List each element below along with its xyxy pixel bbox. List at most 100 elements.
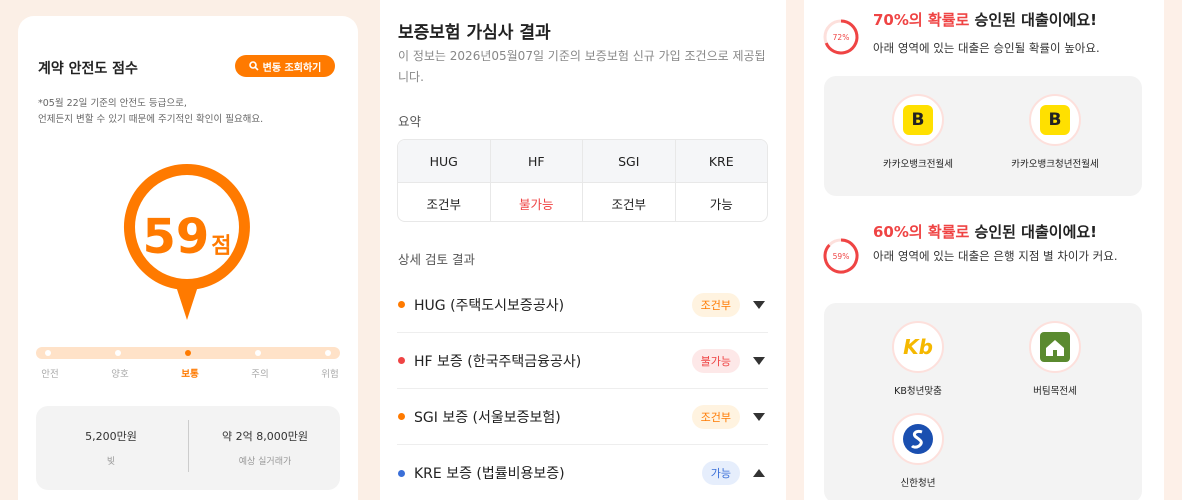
status-dot [398,301,405,308]
loan-card: 72% 70%의 확률로 승인된 대출이에요! 아래 영역에 있는 대출은 승인… [804,0,1164,500]
kb-bank-logo-icon: Kb [892,321,944,373]
status-badge: 조건부 [691,292,740,317]
status-badge: 불가능 [691,348,740,373]
debt-stats-box: 5,200만원 빚 약 2억 8,000만원 예상 실거래가 [36,406,340,490]
detail-label: 상세 검토 결과 [398,252,475,267]
summary-header: SGI [582,140,675,182]
level-dot [45,350,51,356]
loan-item-beotimmok[interactable]: 버팀목전세 [985,321,1125,397]
price-value: 약 2억 8,000만원 [222,430,308,443]
summary-value: 불가능 [489,183,583,221]
probability-sub: 아래 영역에 있는 대출은 승인될 확률이 높아요. [873,41,1100,55]
probability-rest: 승인된 대출이에요! [969,223,1098,241]
probability-rest: 승인된 대출이에요! [969,11,1098,29]
loan-name: 카카오뱅크전월세 [883,159,953,170]
kakao-logo-mark: B [903,105,933,135]
safety-score-card: 계약 안전도 점수 변동 조회하기 *05월 22일 기준의 안전도 등급으로,… [18,16,358,500]
probability-title: 60%의 확률로 승인된 대출이에요! [873,221,1097,242]
kakao-logo-mark: B [1040,105,1070,135]
shinhan-icon [903,424,933,454]
stat-divider [188,420,189,472]
probability-highlight: 70%의 확률로 [873,11,970,29]
search-icon [248,61,259,71]
price-label: 예상 실거래가 [238,457,292,467]
summary-table: HUG HF SGI KRE 조건부 불가능 조건부 가능 [397,139,768,222]
summary-value-row: 조건부 불가능 조건부 가능 [398,182,768,221]
kakao-bank-logo-icon: B [892,94,944,146]
level-label-active: 보통 [181,369,199,380]
score-note-line2: 언제든지 변할 수 있기 때문에 주기적인 확인이 필요해요. [38,114,264,125]
status-badge: 가능 [701,461,740,485]
kakao-bank-logo-icon: B [1029,94,1081,146]
score-value: 59점 [114,209,260,265]
loan-group-box: Kb KB청년맞춤 버팀목전세 신한청년 [824,303,1142,500]
chevron-up-icon[interactable] [752,468,766,478]
probability-highlight: 60%의 확률로 [873,223,970,241]
house-icon [1040,332,1070,362]
score-number: 59 [142,209,210,265]
detail-name: KRE 보증 (법률비용보증) [414,466,565,482]
level-dot [325,350,331,356]
summary-header: HUG [429,153,458,169]
score-note: *05월 22일 기준의 안전도 등급으로, 언제든지 변할 수 있기 때문에 … [38,96,338,128]
chevron-down-icon[interactable] [752,412,766,422]
status-dot [398,413,405,420]
loan-item-kakao-youth[interactable]: B 카카오뱅크청년전월세 [985,94,1125,170]
probability-ring-icon: 59% [823,238,859,274]
insurance-result-panel: 보증보험 가심사 결과 이 정보는 2026년05월07일 기준의 보증보험 신… [380,0,786,500]
detail-row-kre[interactable]: KRE 보증 (법률비용보증) 가능 [397,445,768,500]
loan-name: KB청년맞춤 [894,386,942,397]
probability-title: 70%의 확률로 승인된 대출이에요! [873,9,1097,30]
summary-label: 요약 [398,114,422,129]
shinhan-bank-logo-icon [892,413,944,465]
view-changes-button[interactable]: 변동 조회하기 [235,55,335,77]
status-dot [398,357,405,364]
loan-item-kb[interactable]: Kb KB청년맞춤 [848,321,988,397]
summary-value: 가능 [674,183,768,221]
detail-name: HUG (주택도시보증공사) [414,297,565,314]
detail-name: HF 보증 (한국주택금융공사) [414,353,582,370]
level-label: 안전 [41,369,59,380]
summary-header: HF [489,140,583,182]
insurance-title: 보증보험 가심사 결과 [398,23,551,43]
level-dot [115,350,121,356]
level-label: 주의 [251,369,269,380]
loan-name: 카카오뱅크청년전월세 [1011,159,1099,170]
chevron-down-icon[interactable] [752,356,766,366]
score-unit: 점 [211,234,232,259]
level-bar [36,347,340,359]
loan-group-box: B 카카오뱅크전월세 B 카카오뱅크청년전월세 [824,76,1142,196]
loan-name: 신한청년 [900,478,936,489]
loan-name: 버팀목전세 [1033,386,1077,397]
loan-item-kakao[interactable]: B 카카오뱅크전월세 [848,94,988,170]
summary-value: 조건부 [582,183,675,221]
left-panel: 계약 안전도 점수 변동 조회하기 *05월 22일 기준의 안전도 등급으로,… [0,0,380,500]
status-badge: 조건부 [691,404,740,429]
loan-panel: 72% 70%의 확률로 승인된 대출이에요! 아래 영역에 있는 대출은 승인… [786,0,1182,500]
probability-ring-icon: 72% [823,19,859,55]
loan-item-shinhan[interactable]: 신한청년 [848,413,988,489]
price-stat: 약 2억 8,000만원 예상 실거래가 [190,428,340,467]
ring-label: 59% [833,252,850,261]
kb-logo-mark: Kb [903,335,933,359]
detail-row-hug[interactable]: HUG (주택도시보증공사) 조건부 [397,277,768,333]
ring-label: 72% [833,33,850,42]
level-label: 위험 [321,369,339,380]
score-note-line1: *05월 22일 기준의 안전도 등급으로, [38,98,187,109]
level-dot-active [185,350,191,356]
debt-label: 빚 [106,457,116,467]
safety-score-title: 계약 안전도 점수 [38,61,138,77]
detail-row-sgi[interactable]: SGI 보증 (서울보증보험) 조건부 [397,389,768,445]
debt-stat: 5,200만원 빚 [36,428,186,467]
summary-header: KRE [674,140,768,182]
insurance-desc: 이 정보는 2026년05월07일 기준의 보증보험 신규 가입 조건으로 제공… [398,49,766,84]
level-dot [255,350,261,356]
house-logo-icon [1029,321,1081,373]
detail-name: SGI 보증 (서울보증보험) [414,409,561,426]
debt-value: 5,200만원 [85,430,137,443]
view-changes-label: 변동 조회하기 [262,62,322,74]
chevron-down-icon[interactable] [752,300,766,310]
probability-sub: 아래 영역에 있는 대출은 은행 지점 별 차이가 커요. [873,249,1118,263]
status-dot [398,469,405,477]
detail-row-hf[interactable]: HF 보증 (한국주택금융공사) 불가능 [397,333,768,389]
